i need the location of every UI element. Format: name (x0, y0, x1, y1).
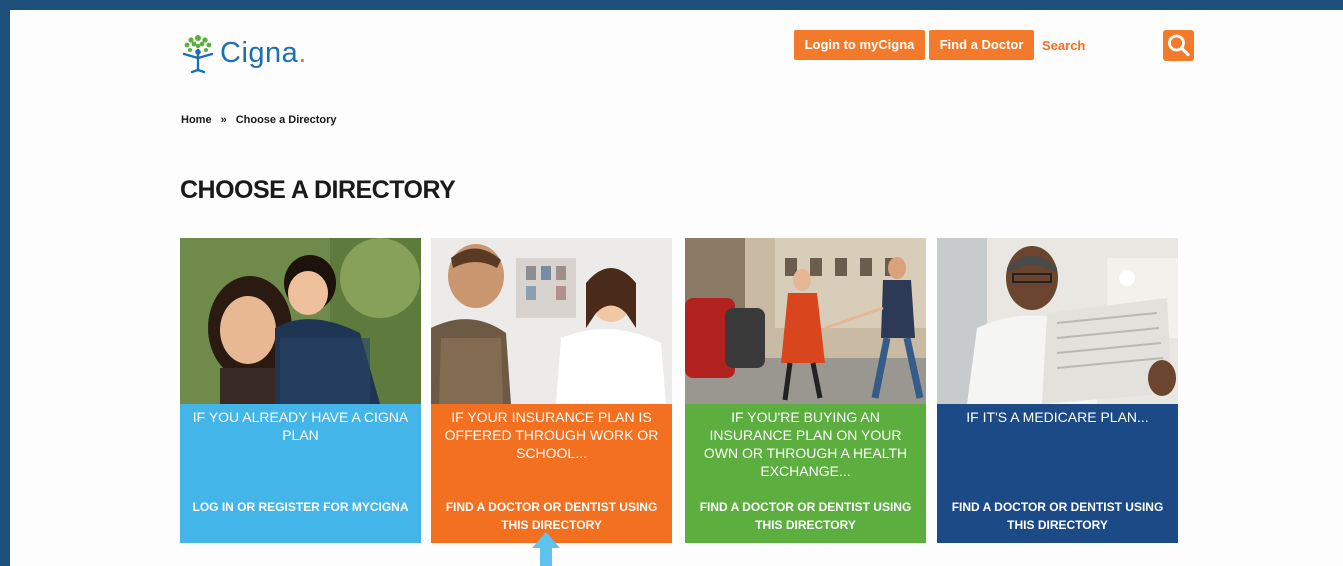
breadcrumb-current: Choose a Directory (235, 114, 337, 126)
card-cta-link[interactable]: LOG IN OR REGISTER FOR MYCIGNA (184, 498, 417, 516)
logo-wordmark: Cigna. (220, 36, 307, 69)
page: Cigna. Login to myCigna Find a Doctor Se… (10, 10, 1343, 566)
arrow-up-icon (532, 532, 560, 566)
cigna-tree-logo-icon (182, 35, 214, 74)
card-cta-link[interactable]: FIND A DOCTOR OR DENTIST USING THIS DIRE… (941, 498, 1174, 534)
directory-card-buying-plan[interactable]: IF YOU'RE BUYING AN INSURANCE PLAN ON YO… (685, 238, 926, 543)
login-mycigna-button[interactable]: Login to myCigna (794, 30, 925, 60)
card-photo-mother-child (180, 238, 421, 404)
cigna-logo[interactable]: Cigna. (178, 32, 307, 74)
breadcrumb: Home » Choose a Directory (181, 114, 337, 126)
card-heading: IF YOU ALREADY HAVE A CIGNA PLAN (192, 409, 409, 443)
directory-card-medicare[interactable]: IF IT'S A MEDICARE PLAN... FIND A DOCTOR… (937, 238, 1178, 543)
directory-card-existing-plan[interactable]: IF YOU ALREADY HAVE A CIGNA PLAN LOG IN … (180, 238, 421, 543)
card-panel: IF IT'S A MEDICARE PLAN... FIND A DOCTOR… (937, 404, 1178, 543)
card-photo-coworkers (431, 238, 672, 404)
card-heading: IF IT'S A MEDICARE PLAN... (966, 409, 1149, 425)
card-photo-couple-street (685, 238, 926, 404)
card-photo-man-newspaper (937, 238, 1178, 404)
directory-card-work-school[interactable]: IF YOUR INSURANCE PLAN IS OFFERED THROUG… (431, 238, 672, 543)
card-panel: IF YOU'RE BUYING AN INSURANCE PLAN ON YO… (685, 404, 926, 543)
card-cta-link[interactable]: FIND A DOCTOR OR DENTIST USING THIS DIRE… (435, 498, 668, 534)
page-title: CHOOSE A DIRECTORY (180, 176, 456, 204)
card-panel: IF YOU ALREADY HAVE A CIGNA PLAN LOG IN … (180, 404, 421, 543)
breadcrumb-home[interactable]: Home (181, 114, 212, 126)
search-label[interactable]: Search (1042, 38, 1085, 53)
search-icon (1168, 34, 1190, 57)
card-cta-link[interactable]: FIND A DOCTOR OR DENTIST USING THIS DIRE… (689, 498, 922, 534)
card-heading: IF YOU'RE BUYING AN INSURANCE PLAN ON YO… (703, 409, 908, 479)
search-button[interactable] (1163, 30, 1194, 61)
find-doctor-button[interactable]: Find a Doctor (929, 30, 1034, 60)
card-panel: IF YOUR INSURANCE PLAN IS OFFERED THROUG… (431, 404, 672, 543)
breadcrumb-separator: » (220, 114, 227, 126)
card-heading: IF YOUR INSURANCE PLAN IS OFFERED THROUG… (444, 409, 659, 461)
